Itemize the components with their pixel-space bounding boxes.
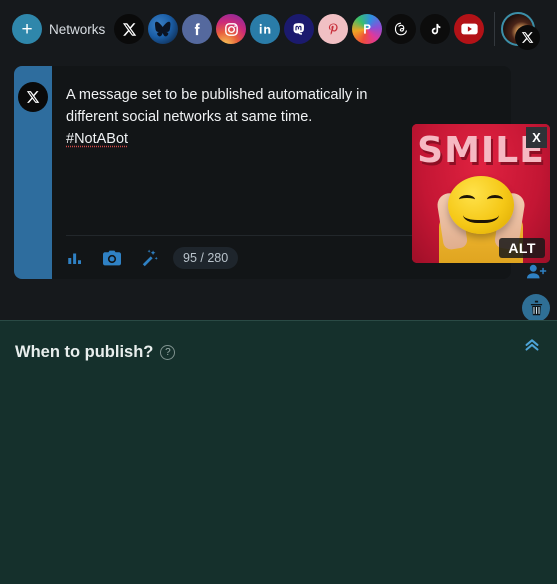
youtube-icon (461, 23, 478, 35)
delete-icon[interactable] (522, 294, 550, 322)
account-avatar-wrap[interactable] (501, 12, 541, 50)
google-business-icon (364, 24, 371, 34)
network-icon-pinterest[interactable] (318, 14, 349, 44)
network-icon-x-twitter[interactable] (114, 14, 145, 44)
network-icon-threads[interactable] (386, 14, 417, 44)
media-smiley-face (448, 176, 514, 234)
message-line-2: different social networks at same time. (66, 109, 313, 125)
networks-bar: + Networks (0, 0, 557, 58)
linkedin-icon (259, 23, 271, 34)
message-line-1: A message set to be published automatica… (66, 87, 368, 103)
camera-icon[interactable] (102, 249, 122, 267)
character-counter: 95 / 280 (173, 246, 239, 269)
x-twitter-icon (26, 91, 40, 103)
plus-icon: + (21, 18, 33, 40)
media-thumbnail[interactable]: SMILE X ALT (412, 124, 550, 263)
network-icon-linkedin[interactable] (250, 14, 281, 44)
message-text[interactable]: A message set to be published automatica… (66, 84, 406, 150)
help-icon[interactable]: ? (160, 345, 176, 360)
x-twitter-icon (122, 22, 137, 36)
add-network-button[interactable]: + (12, 14, 42, 44)
composer-account-badge (18, 82, 48, 112)
network-icon-mastodon[interactable] (284, 14, 315, 44)
network-icon-bluesky[interactable] (148, 14, 179, 44)
avatar-network-badge (515, 25, 541, 50)
mastodon-icon (293, 23, 305, 35)
network-icon-tiktok[interactable] (420, 14, 451, 44)
networks-label: Networks (49, 21, 106, 37)
pinterest-icon (328, 22, 338, 35)
publish-panel: When to publish? ? Pipeline Specific dat… (0, 320, 557, 584)
network-icon-facebook[interactable] (182, 14, 213, 44)
bluesky-icon (154, 21, 171, 36)
composer-side-actions (522, 263, 550, 322)
instagram-icon (224, 22, 238, 36)
alt-text-badge[interactable]: ALT (499, 238, 545, 258)
tiktok-icon (431, 23, 441, 34)
composer-network-rail (14, 66, 52, 279)
magic-wand-icon[interactable] (140, 248, 159, 267)
page-title: When to publish? (15, 343, 154, 361)
networks-divider (494, 12, 496, 46)
facebook-icon (194, 22, 200, 35)
smiley-mouth (463, 203, 499, 223)
remove-media-button[interactable]: X (526, 127, 547, 148)
collapse-icon[interactable] (521, 333, 543, 360)
publish-section-title: When to publish? ? (15, 343, 176, 362)
poll-icon[interactable] (66, 249, 84, 267)
network-icon-instagram[interactable] (216, 14, 247, 44)
composer-zone: A message set to be published automatica… (0, 58, 557, 365)
threads-icon (395, 22, 408, 36)
network-icon-youtube[interactable] (454, 14, 485, 44)
message-hashtag[interactable]: #NotABot (66, 131, 128, 147)
network-icon-google-business[interactable] (352, 14, 383, 44)
x-twitter-icon (522, 32, 534, 43)
add-person-icon[interactable] (526, 263, 547, 285)
